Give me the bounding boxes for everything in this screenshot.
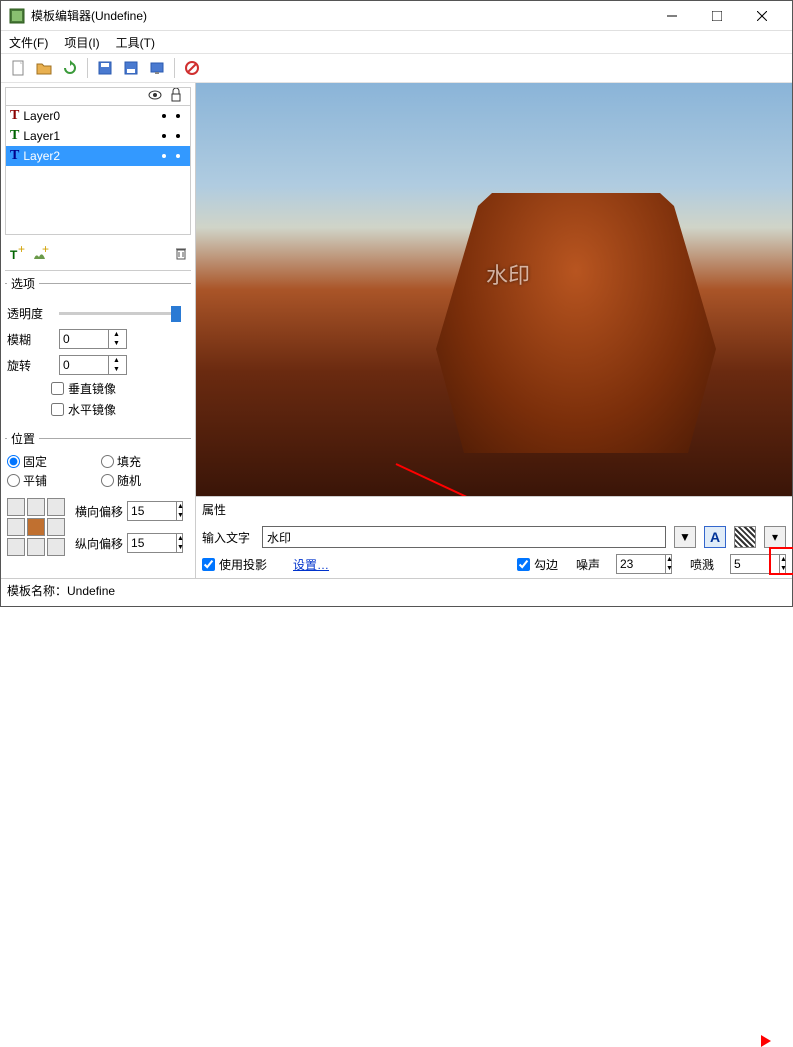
- vmirror-label: 垂直镜像: [68, 380, 116, 397]
- pos-random-radio[interactable]: [101, 474, 114, 487]
- hoff-input[interactable]: [128, 504, 176, 518]
- pos-fixed-label: 固定: [23, 453, 47, 470]
- annotation-arrow-head: [761, 1035, 771, 1047]
- fill-pattern-button[interactable]: [734, 526, 756, 548]
- text-layer-icon: T: [10, 128, 19, 144]
- options-fieldset: 选项 透明度 模糊 ▲▼ 旋转 ▲▼ 垂直镜像 水平镜像: [5, 275, 191, 426]
- menubar: 文件(F) 项目(I) 工具(T): [1, 31, 792, 53]
- screen-icon[interactable]: [146, 57, 168, 79]
- text-dropdown-button[interactable]: ▼: [674, 526, 696, 548]
- spray-spinner[interactable]: ▲▼: [730, 554, 786, 574]
- vmirror-checkbox[interactable]: [51, 382, 64, 395]
- settings-link[interactable]: 设置…: [293, 556, 329, 573]
- annotation-arrow: [396, 463, 741, 496]
- toolbar: [1, 53, 792, 83]
- layer-item[interactable]: T Layer2: [6, 146, 190, 166]
- voff-input[interactable]: [128, 536, 176, 550]
- layer-item[interactable]: T Layer1: [6, 126, 190, 146]
- spray-input[interactable]: [731, 557, 779, 571]
- svg-text:+: +: [42, 245, 49, 256]
- voff-label: 纵向偏移: [75, 535, 123, 552]
- rotate-spinner[interactable]: ▲▼: [59, 355, 127, 375]
- statusbar: 模板名称： Undefine: [1, 578, 792, 602]
- position-legend: 位置: [7, 430, 39, 447]
- rotate-input[interactable]: [60, 358, 108, 372]
- noise-label: 噪声: [576, 556, 606, 573]
- blur-label: 模糊: [7, 331, 51, 348]
- layer-name: Layer2: [23, 149, 60, 163]
- blur-spinner[interactable]: ▲▼: [59, 329, 127, 349]
- preview-canvas: 水印: [196, 83, 792, 496]
- watermark-preview: 水印: [486, 258, 530, 290]
- layers-list: T Layer0 T Layer1 T Layer2: [5, 105, 191, 235]
- text-input-label: 输入文字: [202, 529, 254, 546]
- status-value: Undefine: [67, 584, 115, 598]
- maximize-button[interactable]: [694, 2, 739, 30]
- text-layer-icon: T: [10, 108, 19, 124]
- pos-fixed-radio[interactable]: [7, 455, 20, 468]
- position-fieldset: 位置 固定 填充 平铺 随机 横向偏移 ▲▼: [5, 430, 191, 561]
- app-icon: [9, 8, 25, 24]
- pos-tile-radio[interactable]: [7, 474, 20, 487]
- open-folder-icon[interactable]: [33, 57, 55, 79]
- pos-tile-label: 平铺: [23, 472, 47, 489]
- menu-project[interactable]: 项目(I): [60, 32, 103, 53]
- shadow-checkbox[interactable]: [202, 558, 215, 571]
- svg-text:+: +: [18, 245, 25, 256]
- add-image-layer-icon[interactable]: +: [31, 245, 49, 266]
- anchor-grid[interactable]: [7, 498, 65, 556]
- text-layer-icon: T: [10, 148, 19, 164]
- lock-icon[interactable]: [170, 88, 182, 105]
- add-text-layer-icon[interactable]: T+: [7, 245, 25, 266]
- hoff-label: 横向偏移: [75, 503, 123, 520]
- minimize-button[interactable]: [649, 2, 694, 30]
- watermark-text-input[interactable]: [262, 526, 666, 548]
- window-title: 模板编辑器(Undefine): [31, 7, 649, 24]
- layer-item[interactable]: T Layer0: [6, 106, 190, 126]
- spray-label: 喷溅: [690, 556, 720, 573]
- hmirror-label: 水平镜像: [68, 401, 116, 418]
- outline-checkbox[interactable]: [517, 558, 530, 571]
- close-button[interactable]: [739, 2, 784, 30]
- noise-spinner[interactable]: ▲▼: [616, 554, 672, 574]
- properties-panel: 属性 输入文字 ▼ A ▾ 使用投影 设置… 勾边 噪声 ▲▼ 喷溅 ▲▼: [196, 496, 792, 578]
- shadow-label: 使用投影: [219, 556, 267, 573]
- layer-name: Layer0: [23, 109, 60, 123]
- refresh-icon[interactable]: [59, 57, 81, 79]
- save-disk-icon[interactable]: [120, 57, 142, 79]
- fill-dropdown-button[interactable]: ▾: [764, 526, 786, 548]
- font-button[interactable]: A: [704, 526, 726, 548]
- new-file-icon[interactable]: [7, 57, 29, 79]
- hoff-spinner[interactable]: ▲▼: [127, 501, 183, 521]
- save-icon[interactable]: [94, 57, 116, 79]
- blur-input[interactable]: [60, 332, 108, 346]
- forbidden-icon[interactable]: [181, 57, 203, 79]
- options-legend: 选项: [7, 275, 39, 292]
- delete-layer-icon[interactable]: [173, 245, 189, 266]
- rotate-label: 旋转: [7, 357, 51, 374]
- noise-input[interactable]: [617, 557, 665, 571]
- pos-fill-radio[interactable]: [101, 455, 114, 468]
- svg-text:T: T: [10, 248, 18, 262]
- opacity-slider[interactable]: [59, 312, 181, 315]
- opacity-label: 透明度: [7, 305, 51, 322]
- eye-icon[interactable]: [148, 88, 162, 105]
- pos-random-label: 随机: [117, 472, 141, 489]
- menu-tool[interactable]: 工具(T): [112, 32, 159, 53]
- menu-file[interactable]: 文件(F): [5, 32, 52, 53]
- hmirror-checkbox[interactable]: [51, 403, 64, 416]
- pos-fill-label: 填充: [117, 453, 141, 470]
- voff-spinner[interactable]: ▲▼: [127, 533, 183, 553]
- status-label: 模板名称：: [7, 582, 67, 599]
- props-legend: 属性: [202, 501, 786, 518]
- layer-name: Layer1: [23, 129, 60, 143]
- outline-label: 勾边: [534, 556, 558, 573]
